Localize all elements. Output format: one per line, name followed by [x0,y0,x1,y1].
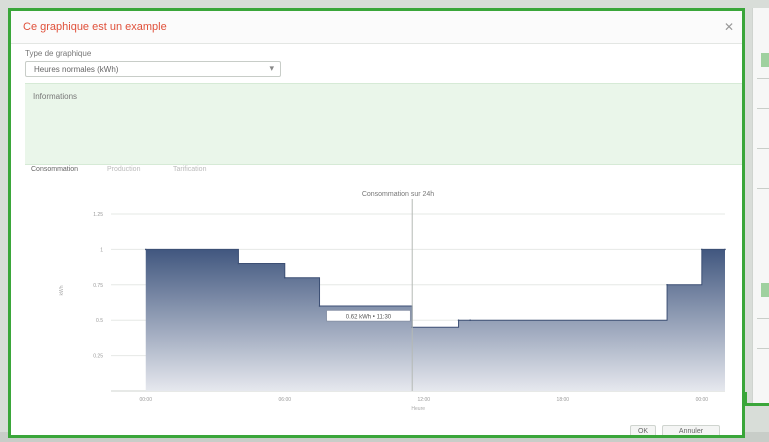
x-axis-label: Heure [411,406,425,412]
x-tick-label: 12:00 [418,397,431,403]
cancel-button[interactable]: Annuler [662,425,720,435]
tab-tarification[interactable]: Tarification [173,166,206,173]
chart-type-value: Heures normales (kWh) [34,65,119,74]
background-line [757,148,769,149]
chart-title: Consommation sur 24h [362,191,434,198]
y-tick-label: 0.75 [93,283,103,289]
background-line [757,348,769,349]
x-tick-label: 00:00 [139,397,152,403]
consumption-chart: Consommation sur 24h 0.25 0.5 0.75 1 1.25 0.62… [59,191,726,412]
series-point [701,248,703,251]
series-point [283,276,286,279]
y-tick-label: 1.25 [93,212,103,218]
tab-production[interactable]: Production [107,166,140,173]
background-panel [752,8,769,403]
chart-type-select[interactable]: Heures normales (kWh) ▾ [25,61,281,77]
y-tick-label: 0.25 [93,354,103,360]
close-icon[interactable]: ✕ [722,20,736,34]
info-panel: Informations [25,83,742,165]
x-tick-label: 00:00 [696,397,709,403]
y-tick-label: 0.5 [96,318,103,324]
tab-consommation[interactable]: Consommation [31,166,78,173]
x-tick-label: 18:00 [557,397,570,403]
dialog-header: Ce graphique est un example ✕ [11,11,742,44]
chart-type-label: Type de graphique [25,49,92,58]
background-line [757,318,769,319]
background-line [757,188,769,189]
series-point [318,305,321,307]
dialog-title: Ce graphique est un example [23,21,167,33]
series-point [724,248,726,251]
background-strip [761,283,769,297]
ok-button[interactable]: OK [630,425,656,435]
tooltip-text: 0.62 kWh • 11:30 [346,314,392,320]
series-point [144,248,147,251]
y-tick-label: 1 [100,247,103,253]
chart-area: Consommation sur 24h 0.25 0.5 0.75 1 1.25 0.62… [25,179,742,415]
series-point [457,319,460,321]
y-axis-label: kWh [59,285,65,295]
info-title: Informations [33,92,78,101]
background-card-border [744,403,769,406]
series-point [469,319,471,321]
background-strip [761,53,769,67]
series-point [666,284,668,286]
chevron-down-icon: ▾ [269,63,274,73]
background-line [757,78,769,79]
series-point [237,262,240,265]
x-tick-label: 06:00 [279,397,292,403]
background-line [757,108,769,109]
chart-dialog: Ce graphique est un example ✕ Type de gr… [8,8,745,438]
